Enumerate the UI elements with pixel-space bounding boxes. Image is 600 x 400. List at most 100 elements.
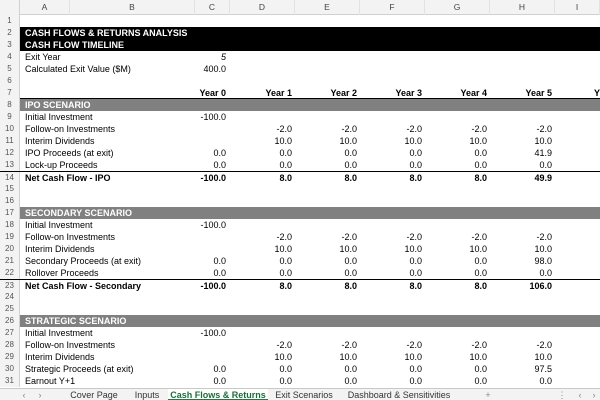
row-number[interactable]: 16 (0, 195, 20, 207)
row-number[interactable]: 26 (0, 315, 20, 327)
data-cell[interactable]: 0.0 (360, 267, 422, 279)
column-header-d[interactable]: D (230, 0, 295, 15)
data-cell[interactable]: 10.0 (360, 243, 422, 255)
row-label[interactable]: Follow-on Investments (25, 123, 205, 135)
data-cell[interactable]: 10.0 (425, 135, 487, 147)
data-cell[interactable]: 0.0 (425, 147, 487, 159)
sheet-title[interactable]: CASH FLOWS & RETURNS ANALYSIS (20, 27, 600, 39)
data-cell[interactable]: 0.0 (295, 267, 357, 279)
year-header[interactable]: Year 2 (295, 87, 357, 99)
row-number[interactable]: 9 (0, 111, 20, 123)
row-number[interactable]: 5 (0, 63, 20, 75)
row-label[interactable]: Interim Dividends (25, 135, 205, 147)
column-header-i[interactable]: I (555, 0, 600, 15)
chevron-left-icon[interactable]: ‹ (574, 389, 586, 400)
year-header[interactable]: Year 5 (490, 87, 552, 99)
data-cell[interactable]: 0.0 (295, 159, 357, 171)
data-cell[interactable]: -2.0 (295, 123, 357, 135)
row-number[interactable]: 1 (0, 15, 20, 27)
data-cell[interactable]: -2.0 (490, 339, 552, 351)
row-number[interactable]: 2 (0, 27, 20, 39)
data-cell[interactable]: 0.0 (180, 267, 226, 279)
row-label[interactable]: Strategic Proceeds (at exit) (25, 363, 205, 375)
year-header[interactable]: Y (594, 87, 600, 99)
row-number[interactable]: 4 (0, 51, 20, 63)
row-label[interactable]: Follow-on Investments (25, 339, 205, 351)
data-cell[interactable]: -2.0 (425, 123, 487, 135)
column-header-g[interactable]: G (425, 0, 490, 15)
data-cell[interactable]: 10.0 (490, 243, 552, 255)
exit-value-value[interactable]: 400.0 (180, 63, 226, 75)
row-number[interactable]: 15 (0, 183, 20, 195)
exit-year-label[interactable]: Exit Year (25, 51, 205, 63)
chevron-right-icon[interactable]: › (34, 389, 46, 400)
data-cell[interactable]: 0.0 (230, 267, 292, 279)
row-number[interactable]: 22 (0, 267, 20, 279)
data-cell[interactable]: 10.0 (295, 351, 357, 363)
timeline-header[interactable]: CASH FLOW TIMELINE (20, 39, 600, 51)
data-cell[interactable]: 10.0 (425, 243, 487, 255)
row-label[interactable]: Lock-up Proceeds (25, 159, 205, 171)
data-cell[interactable]: -2.0 (230, 231, 292, 243)
data-cell[interactable]: 0.0 (180, 159, 226, 171)
ipo-section-header[interactable]: IPO SCENARIO (20, 99, 600, 111)
row-number[interactable]: 25 (0, 303, 20, 315)
row-label[interactable]: Interim Dividends (25, 351, 205, 363)
data-cell[interactable]: 0.0 (360, 363, 422, 375)
column-header-h[interactable]: H (490, 0, 555, 15)
data-cell[interactable]: 0.0 (180, 375, 226, 387)
tab-inputs[interactable]: Inputs (128, 389, 166, 400)
data-cell[interactable]: 0.0 (360, 147, 422, 159)
data-cell[interactable]: 0.0 (230, 159, 292, 171)
data-cell[interactable]: 0.0 (180, 255, 226, 267)
data-cell[interactable]: -2.0 (295, 339, 357, 351)
data-cell[interactable]: 0.0 (425, 267, 487, 279)
data-cell[interactable]: 10.0 (295, 243, 357, 255)
secondary-section-header[interactable]: SECONDARY SCENARIO (20, 207, 600, 219)
data-cell[interactable]: 10.0 (425, 351, 487, 363)
row-number[interactable]: 10 (0, 123, 20, 135)
column-header-b[interactable]: B (70, 0, 195, 15)
more-options-icon[interactable]: ⋮ (556, 389, 568, 400)
row-label[interactable]: Interim Dividends (25, 243, 205, 255)
year-header[interactable]: Year 1 (230, 87, 292, 99)
data-cell[interactable]: 0.0 (360, 255, 422, 267)
data-cell[interactable]: 0.0 (425, 159, 487, 171)
data-cell[interactable]: -2.0 (490, 231, 552, 243)
data-cell[interactable]: 41.9 (490, 147, 552, 159)
row-label[interactable]: Initial Investment (25, 327, 205, 339)
data-cell[interactable]: 10.0 (490, 135, 552, 147)
data-cell[interactable]: 97.5 (490, 363, 552, 375)
row-number[interactable]: 11 (0, 135, 20, 147)
data-cell[interactable]: 10.0 (230, 351, 292, 363)
data-cell[interactable]: 0.0 (295, 363, 357, 375)
year-header[interactable]: Year 4 (425, 87, 487, 99)
data-cell[interactable]: 10.0 (295, 135, 357, 147)
row-number[interactable]: 29 (0, 351, 20, 363)
data-cell[interactable]: 0.0 (295, 255, 357, 267)
row-number[interactable]: 31 (0, 375, 20, 387)
data-cell[interactable]: 10.0 (490, 351, 552, 363)
data-cell[interactable]: -2.0 (360, 339, 422, 351)
add-sheet-icon[interactable]: + (482, 389, 494, 400)
data-cell[interactable]: -100.0 (180, 219, 226, 231)
row-number[interactable]: 28 (0, 339, 20, 351)
data-cell[interactable]: 0.0 (490, 267, 552, 279)
column-header-c[interactable]: C (195, 0, 230, 15)
data-cell[interactable]: 98.0 (490, 255, 552, 267)
year-header[interactable]: Year 0 (180, 87, 226, 99)
data-cell[interactable]: 10.0 (360, 351, 422, 363)
spreadsheet-grid[interactable]: A B C D E F G H I 1 2 CASH FLOWS & RETUR… (0, 0, 600, 388)
data-cell[interactable]: 0.0 (360, 159, 422, 171)
data-cell[interactable]: -2.0 (360, 123, 422, 135)
data-cell[interactable]: -2.0 (295, 231, 357, 243)
data-cell[interactable]: -100.0 (180, 111, 226, 123)
row-number[interactable]: 19 (0, 231, 20, 243)
row-number[interactable]: 17 (0, 207, 20, 219)
row-number[interactable]: 21 (0, 255, 20, 267)
data-cell[interactable]: -2.0 (360, 231, 422, 243)
tab-dashboard-sensitivities[interactable]: Dashboard & Sensitivities (340, 389, 458, 400)
strategic-section-header[interactable]: STRATEGIC SCENARIO (20, 315, 600, 327)
data-cell[interactable]: -100.0 (180, 327, 226, 339)
row-label[interactable]: Initial Investment (25, 111, 205, 123)
